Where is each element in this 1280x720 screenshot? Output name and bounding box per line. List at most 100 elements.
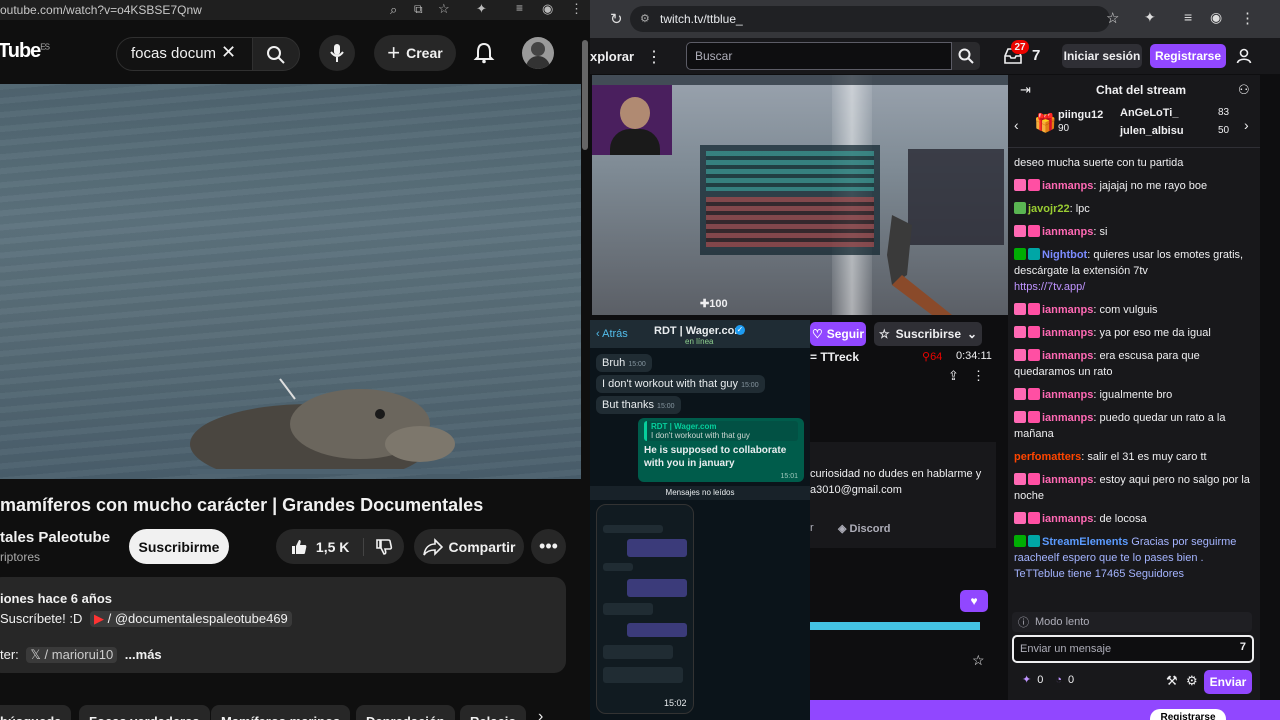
chat-username[interactable]: perfomatters — [1014, 451, 1081, 463]
login-button[interactable]: Iniciar sesión — [1062, 44, 1142, 68]
bookmark-star-icon[interactable]: ☆ — [438, 1, 450, 17]
more-vertical-icon[interactable]: ⋮ — [972, 368, 985, 384]
user-menu-icon[interactable] — [1236, 48, 1252, 64]
contact-name[interactable]: RDT | Wager.com — [654, 325, 744, 337]
chat-username[interactable]: ianmanps — [1042, 412, 1093, 424]
share-icon[interactable]: ⇪ — [948, 368, 959, 384]
media-control-icon[interactable]: ≡ — [1184, 9, 1192, 25]
cast-icon[interactable]: ⧉ — [414, 2, 423, 17]
twitch-search-input[interactable]: Buscar — [686, 42, 952, 70]
leaderboard-name[interactable]: AnGeLoTi_ — [1120, 107, 1178, 119]
chat-username[interactable]: ianmanps — [1042, 327, 1093, 339]
twitch-search-button[interactable] — [952, 42, 980, 70]
streamer-name[interactable]: = TTreck — [810, 350, 859, 364]
extensions-icon[interactable]: ✦ — [1144, 9, 1156, 26]
chat-username[interactable]: StreamElements — [1042, 536, 1128, 548]
leaderboard-name[interactable]: piingu12 — [1058, 109, 1103, 121]
follow-button[interactable]: ♡ Seguir — [810, 322, 866, 346]
register-button[interactable]: Registrarse — [1150, 44, 1226, 68]
chip-related[interactable]: Relacio — [460, 705, 527, 720]
reload-icon[interactable]: ↻ — [610, 10, 623, 28]
site-info-icon[interactable]: ⚙ — [640, 12, 650, 25]
chat-username[interactable]: ianmanps — [1042, 180, 1093, 192]
leaderboard-next-icon[interactable]: › — [1244, 117, 1249, 133]
clear-search-icon[interactable]: ✕ — [221, 42, 236, 63]
notifications-bell-icon[interactable] — [473, 42, 495, 64]
twitter-link[interactable]: 𝕏 / mariorui10 — [26, 647, 118, 663]
video-player[interactable]: TP 2 — [0, 84, 581, 479]
browser-menu-icon[interactable]: ⋮ — [570, 1, 583, 17]
chat-username[interactable]: ianmanps — [1042, 226, 1093, 238]
extensions-icon[interactable]: ✦ — [476, 1, 487, 17]
chat-settings-gear-icon[interactable]: ⚙ — [1186, 673, 1198, 689]
quoted-message[interactable]: RDT | Wager.com I don't workout with tha… — [644, 421, 798, 441]
page-scrollbar[interactable] — [582, 40, 588, 150]
chat-tools-icon[interactable]: ⚒ — [1166, 673, 1178, 689]
channel-name[interactable]: tales Paleotube — [0, 529, 110, 546]
discord-link[interactable]: ◈ Discord — [838, 522, 891, 535]
chip-true-seals[interactable]: Focas verdaderas — [79, 705, 210, 720]
back-button[interactable]: ‹ Atrás — [596, 328, 628, 340]
subscribe-button[interactable]: Suscribirme — [129, 529, 229, 564]
share-button[interactable]: Compartir — [414, 529, 524, 564]
bits-icon[interactable]: ✦ — [1022, 673, 1031, 686]
streamer-name-text[interactable]: TTreck — [820, 350, 859, 364]
more-actions-button[interactable]: ••• — [531, 529, 566, 564]
chat-username[interactable]: ianmanps — [1042, 474, 1093, 486]
chat-username[interactable]: Nightbot — [1042, 249, 1087, 261]
subscribe-button[interactable]: ☆ Suscribirse ⌄ — [874, 322, 982, 346]
send-chat-button[interactable]: Enviar — [1204, 670, 1252, 694]
leaderboard-name[interactable]: julen_albisu — [1120, 125, 1184, 137]
collapse-chat-icon[interactable]: ⇥ — [1020, 82, 1031, 98]
twitter-handle[interactable]: / mariorui10 — [45, 647, 114, 662]
chat-message-input[interactable]: Enviar un mensaje 7 — [1012, 635, 1254, 663]
user-avatar[interactable] — [522, 37, 554, 69]
chip-predation[interactable]: Depredación — [356, 705, 455, 720]
description-box[interactable]: iones hace 6 años Suscríbete! :D ▶ / @do… — [0, 577, 566, 673]
chat-username[interactable]: ianmanps — [1042, 513, 1093, 525]
chat-username[interactable]: ianmanps — [1042, 304, 1093, 316]
heart-reaction-button[interactable]: ♥ — [960, 590, 988, 612]
chat-username[interactable]: ianmanps — [1042, 389, 1093, 401]
share-icon — [422, 537, 443, 556]
chat-username[interactable]: ianmanps — [1042, 350, 1093, 362]
banner-register-button[interactable]: Registrarse — [1150, 709, 1226, 720]
more-vertical-icon[interactable]: ⋮ — [646, 47, 662, 67]
7tv-extension-icon[interactable]: 7 — [1032, 47, 1040, 64]
channel-link[interactable]: ▶ / @documentalespaleotube469 — [90, 611, 292, 627]
chip-scroll-right-icon[interactable]: › — [538, 708, 543, 720]
zoom-icon[interactable]: ⌕ — [390, 2, 397, 18]
dislike-button[interactable] — [364, 538, 404, 556]
youtube-address-bar[interactable]: outube.com/watch?v=o4KSBSE7Qnw ⌕ ⧉ ☆ ✦ ≡… — [0, 0, 590, 20]
browser-menu-icon[interactable]: ⋮ — [1240, 9, 1255, 27]
reply-time: 15:01 — [780, 473, 798, 480]
youtube-url[interactable]: outube.com/watch?v=o4KSBSE7Qnw — [0, 3, 202, 17]
bookmark-star-icon[interactable]: ☆ — [1106, 9, 1119, 27]
stream-video-player[interactable]: ✚100 — [592, 75, 1008, 315]
youtube-search-input[interactable]: focas docum ✕ — [116, 37, 254, 71]
chat-users-icon[interactable]: ⚇ — [1238, 82, 1250, 98]
search-query[interactable]: focas docum — [131, 45, 216, 62]
channel-points-icon[interactable]: ◔ — [1055, 674, 1062, 686]
7tv-emote-icon[interactable]: 7 — [1240, 641, 1246, 653]
twitch-url[interactable]: twitch.tv/ttblue_ — [660, 12, 743, 26]
chat-username[interactable]: javojr22 — [1028, 203, 1070, 215]
profile-icon[interactable]: ◉ — [542, 1, 553, 17]
profile-icon[interactable]: ◉ — [1210, 9, 1222, 26]
twitch-url-field[interactable]: ⚙ twitch.tv/ttblue_ — [630, 6, 1110, 32]
channel-handle-link[interactable]: / @documentalespaleotube469 — [108, 611, 288, 626]
explore-link[interactable]: xplorar — [590, 49, 634, 64]
chip-search[interactable]: búsqueda — [0, 705, 72, 720]
star-icon[interactable]: ☆ — [972, 652, 985, 669]
chat-link[interactable]: https://7tv.app/ — [1014, 281, 1085, 293]
chip-marine-mammals[interactable]: Mamíferos marinos — [211, 705, 351, 720]
about-link[interactable]: r — [810, 522, 814, 534]
show-more-link[interactable]: ...más — [125, 647, 162, 662]
youtube-logo[interactable]: TubeES — [0, 40, 50, 63]
media-control-icon[interactable]: ≡ — [516, 1, 523, 15]
youtube-search-button[interactable] — [252, 37, 300, 71]
like-button[interactable]: 1,5 K — [276, 537, 365, 556]
create-button[interactable]: + Crear — [374, 35, 456, 71]
voice-search-button[interactable] — [319, 35, 355, 71]
leaderboard-prev-icon[interactable]: ‹ — [1014, 117, 1019, 133]
